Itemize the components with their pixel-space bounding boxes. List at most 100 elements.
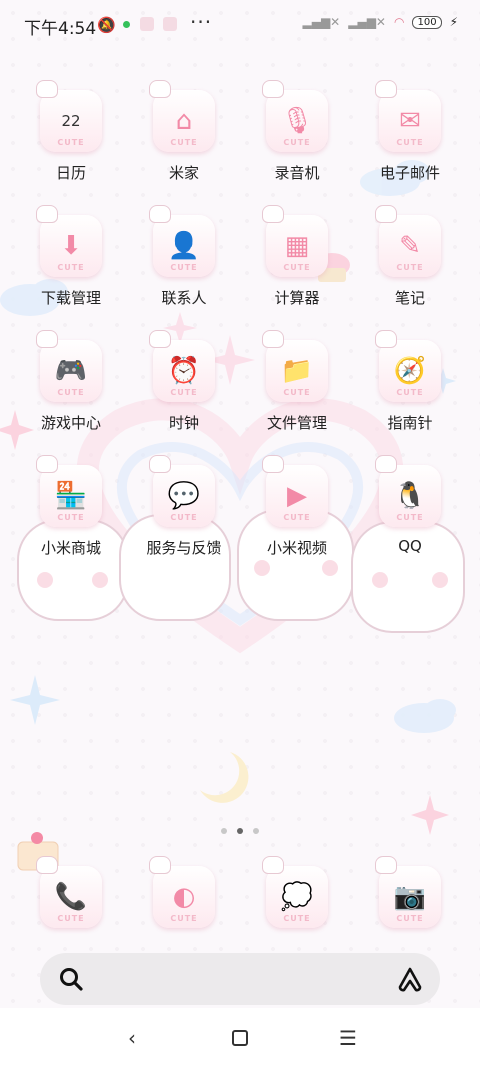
app-home[interactable]: ⌂ CUTE 米家 (128, 80, 240, 202)
app-label: 下载管理 (40, 289, 101, 307)
app-clock[interactable]: ⏰ CUTE 时钟 (128, 330, 240, 452)
video-icon: ▶ CUTE (262, 455, 328, 527)
app-label: 小米商城 (40, 539, 101, 557)
compass-icon: 🧭 CUTE (375, 330, 441, 402)
status-icons: ▂▄▆✕ ▂▄▆✕ ◠ 100 ⚡ (302, 15, 458, 29)
cute-badge: CUTE (283, 263, 311, 272)
app-label: QQ (398, 537, 422, 555)
bunny-ornament-icon (262, 205, 284, 223)
bunny-ornament-icon (375, 330, 397, 348)
battery-icon: 100 (412, 15, 442, 29)
app-folder[interactable]: 📁 CUTE 文件管理 (241, 330, 353, 452)
bunny-ornament-icon (262, 856, 284, 874)
bunny-ornament-icon (149, 856, 171, 874)
clock-icon: ⏰ CUTE (149, 330, 215, 402)
back-icon[interactable]: ‹ (120, 1026, 144, 1050)
bunny-ornament-icon (149, 80, 171, 98)
cute-badge: CUTE (170, 914, 198, 923)
status-time: 下午4:54 (24, 19, 97, 39)
signal-icon-2: ▂▄▆✕ (348, 15, 386, 29)
calendar-icon: 22 CUTE (36, 80, 102, 152)
more-notifications-icon: ··· (190, 10, 213, 34)
cute-badge: CUTE (57, 513, 85, 522)
cute-badge: CUTE (396, 138, 424, 147)
message-icon: 💭 CUTE (262, 856, 328, 928)
app-store[interactable]: 🏪 CUTE 小米商城 (15, 455, 127, 577)
moon-decoration (200, 752, 249, 803)
dock-browser[interactable]: ◐ CUTE (128, 856, 240, 938)
qq-icon: 🐧 CUTE (375, 455, 441, 527)
page-dot[interactable] (253, 828, 259, 834)
cute-badge: CUTE (396, 388, 424, 397)
navigation-bar: ‹ ☰ (0, 1008, 480, 1066)
cute-badge: CUTE (170, 138, 198, 147)
app-label: 小米视频 (266, 539, 327, 557)
search-bar[interactable] (40, 953, 440, 1005)
store-icon: 🏪 CUTE (36, 455, 102, 527)
cute-badge: CUTE (283, 138, 311, 147)
phone-icon: 📞 CUTE (36, 856, 102, 928)
mail-icon: ✉ CUTE (375, 80, 441, 152)
app-label: 电子邮件 (379, 164, 440, 182)
bunny-ornament-icon (375, 856, 397, 874)
notification-app-icon (140, 17, 154, 31)
dock-message[interactable]: 💭 CUTE (241, 856, 353, 938)
app-video[interactable]: ▶ CUTE 小米视频 (241, 455, 353, 577)
app-label: 游戏中心 (40, 414, 101, 432)
menu-icon[interactable]: ☰ (336, 1026, 360, 1050)
app-notes[interactable]: ✎ CUTE 笔记 (354, 205, 466, 327)
search-icon (60, 968, 83, 991)
page-dot[interactable] (221, 828, 227, 834)
app-game[interactable]: 🎮 CUTE 游戏中心 (15, 330, 127, 452)
app-label: 服务与反馈 (146, 539, 222, 557)
cute-badge: CUTE (396, 914, 424, 923)
download-icon: ⬇ CUTE (36, 205, 102, 277)
page-dot-active[interactable] (237, 828, 243, 834)
dock-camera[interactable]: 📷 CUTE (354, 856, 466, 938)
app-label: 联系人 (161, 289, 207, 307)
browser-icon: ◐ CUTE (149, 856, 215, 928)
bunny-ornament-icon (375, 455, 397, 473)
dock-phone[interactable]: 📞 CUTE (15, 856, 127, 938)
calculator-icon: ▦ CUTE (262, 205, 328, 277)
bunny-ornament-icon (149, 205, 171, 223)
cute-badge: CUTE (396, 513, 424, 522)
app-qq[interactable]: 🐧 CUTE QQ (354, 455, 466, 577)
app-label: 米家 (168, 164, 199, 182)
cute-badge: CUTE (283, 513, 311, 522)
recorder-icon: 🎙 CUTE (262, 80, 328, 152)
cute-badge: CUTE (396, 263, 424, 272)
app-calendar[interactable]: 22 CUTE 日历 (15, 80, 127, 202)
bunny-ornament-icon (36, 330, 58, 348)
wifi-icon: ◠ (393, 15, 405, 29)
folder-icon: 📁 CUTE (262, 330, 328, 402)
assistant-icon[interactable] (396, 965, 424, 993)
cute-badge: CUTE (57, 914, 85, 923)
app-feedback[interactable]: 💬 CUTE 服务与反馈 (128, 455, 240, 577)
page-indicator (0, 828, 480, 834)
game-icon: 🎮 CUTE (36, 330, 102, 402)
home-icon: ⌂ CUTE (149, 80, 215, 152)
bunny-ornament-icon (36, 80, 58, 98)
cute-badge: CUTE (57, 263, 85, 272)
app-label: 指南针 (387, 414, 433, 432)
app-download[interactable]: ⬇ CUTE 下载管理 (15, 205, 127, 327)
notification-app-icon-2 (163, 17, 177, 31)
app-calculator[interactable]: ▦ CUTE 计算器 (241, 205, 353, 327)
camera-icon: 📷 CUTE (375, 856, 441, 928)
bunny-ornament-icon (149, 455, 171, 473)
app-label: 文件管理 (266, 414, 327, 432)
app-mail[interactable]: ✉ CUTE 电子邮件 (354, 80, 466, 202)
app-contact[interactable]: 👤 CUTE 联系人 (128, 205, 240, 327)
status-bar: 下午4:54 🔕 ··· ▂▄▆✕ ▂▄▆✕ ◠ 100 ⚡ (0, 0, 480, 50)
cute-badge: CUTE (170, 513, 198, 522)
mute-icon: 🔕 (97, 16, 116, 34)
app-recorder[interactable]: 🎙 CUTE 录音机 (241, 80, 353, 202)
home-square-icon[interactable] (228, 1026, 252, 1050)
bunny-ornament-icon (375, 205, 397, 223)
bunny-ornament-icon (36, 455, 58, 473)
signal-icon: ▂▄▆✕ (302, 15, 341, 29)
app-compass[interactable]: 🧭 CUTE 指南针 (354, 330, 466, 452)
bunny-ornament-icon (36, 205, 58, 223)
notes-icon: ✎ CUTE (375, 205, 441, 277)
